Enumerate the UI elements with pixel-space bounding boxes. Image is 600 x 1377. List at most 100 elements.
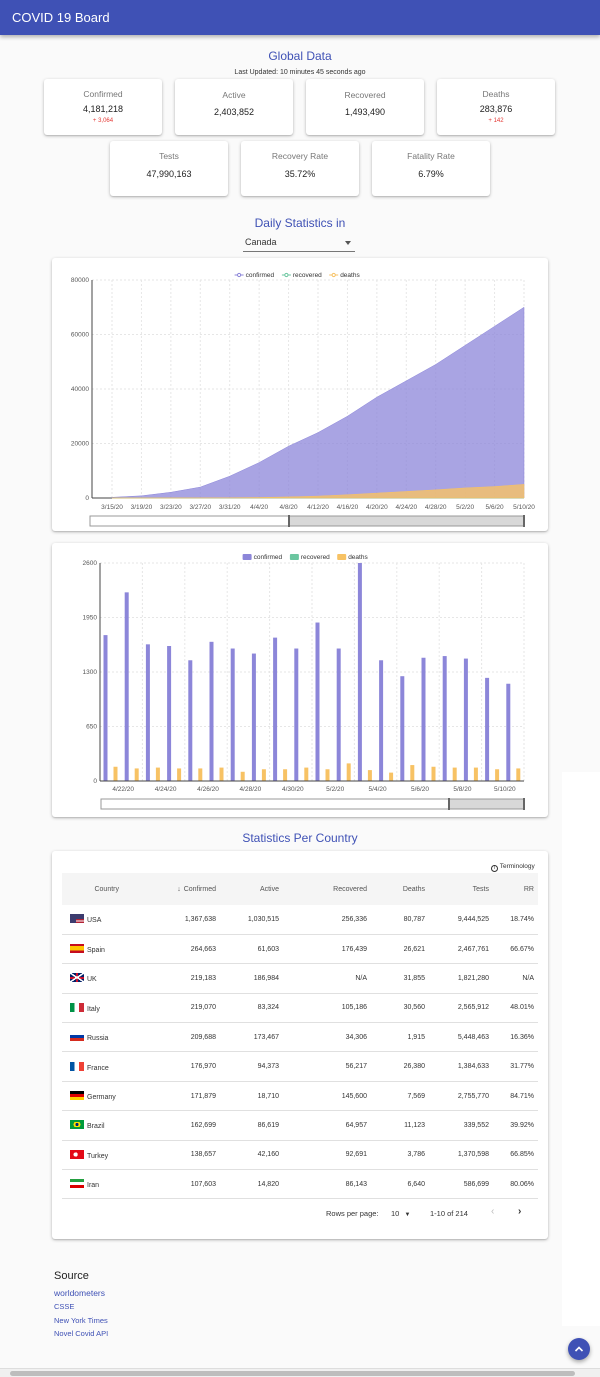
col-active[interactable]: Active — [224, 873, 287, 905]
bar-confirmed — [188, 660, 193, 781]
y-tick-label: 2600 — [83, 560, 98, 567]
confirmed-delta: + 3,064 — [92, 118, 114, 124]
x-tick-label: 4/16/20 — [337, 504, 359, 511]
bar-confirmed — [400, 676, 405, 781]
col-deaths[interactable]: Deaths — [375, 873, 433, 905]
tests-label: Tests — [159, 151, 179, 161]
country-select[interactable]: Canada — [243, 235, 355, 252]
country-select-value: Canada — [245, 237, 277, 247]
bar-confirmed — [442, 656, 447, 781]
rows-per-page-select[interactable]: 10 ▼ — [391, 1209, 410, 1218]
col-confirmed[interactable]: ↓ Confirmed — [127, 873, 224, 905]
y-tick-label: 60000 — [71, 332, 89, 339]
table-cell: 64,957 — [287, 1110, 375, 1141]
bar-confirmed — [145, 644, 150, 781]
country-name: Iran — [87, 1182, 100, 1190]
col-recovered[interactable]: Recovered — [287, 873, 375, 905]
col-tests[interactable]: Tests — [433, 873, 497, 905]
table-cell: 1,030,515 — [224, 905, 287, 935]
country-name: USA — [87, 917, 102, 925]
bar-deaths — [452, 767, 457, 781]
flag-icon — [70, 1120, 84, 1130]
table-cell: 94,373 — [224, 1051, 287, 1082]
horizontal-scrollbar[interactable] — [0, 1368, 600, 1377]
table-cell: 66.85% — [497, 1140, 538, 1171]
country-cell: Brazil — [62, 1110, 127, 1141]
scroll-top-button[interactable] — [568, 1338, 590, 1360]
bar-confirmed — [379, 660, 384, 781]
zoom-handle-left — [288, 515, 290, 527]
last-updated-text: Last Updated: 10 minutes 45 seconds ago — [234, 69, 366, 76]
active-value: 2,403,852 — [213, 107, 255, 117]
bar-deaths — [473, 767, 478, 781]
terminology-link[interactable]: i Terminology — [491, 863, 535, 872]
y-tick-label: 650 — [86, 724, 97, 731]
x-tick-label: 5/2/20 — [326, 786, 344, 793]
table-cell: 48.01% — [497, 993, 538, 1024]
bar-confirmed — [124, 592, 129, 781]
table-cell: 186,984 — [224, 963, 287, 994]
bar-confirmed — [251, 653, 256, 781]
side-panel — [562, 772, 600, 1326]
daily-statistics-title: Daily Statistics in — [254, 216, 346, 230]
daily-bar-chart: 0 650 1300 1950 2600 4/22/20 4/24/20 4/26/20 4/2… — [83, 554, 525, 810]
country-name: UK — [87, 976, 97, 984]
zoom-handle-right — [523, 515, 525, 527]
legend-swatch — [337, 554, 347, 560]
x-tick-label: 4/30/20 — [282, 786, 304, 793]
x-tick-label: 3/31/20 — [219, 504, 241, 511]
table-row: USA 1,367,638 1,030,515 256,336 80,787 9,444,… — [62, 905, 538, 935]
recovery-rate-card: Recovery Rate 35.72% — [241, 141, 359, 196]
country-name: Spain — [87, 947, 105, 955]
bar-confirmed — [103, 635, 108, 781]
y-tick-label: 1950 — [83, 615, 98, 622]
table-row: Italy 219,070 83,324 105,186 30,560 2,565,912… — [62, 993, 538, 1024]
x-tick-label: 5/6/20 — [486, 504, 504, 511]
flag-icon — [70, 1149, 84, 1159]
table-cell: 86,143 — [287, 1169, 375, 1199]
flag-icon — [70, 1179, 84, 1189]
table-cell: 18,710 — [224, 1081, 287, 1112]
bar-deaths — [410, 765, 415, 781]
table-row: Russia 209,688 173,467 34,306 1,915 5,448,463… — [62, 1022, 538, 1053]
table-cell: 11,123 — [375, 1110, 433, 1141]
table-row: Germany 171,879 18,710 145,600 7,569 2,755,77… — [62, 1081, 538, 1112]
source-link-worldometers[interactable]: worldometers — [54, 1288, 105, 1298]
scrollbar-thumb[interactable] — [10, 1371, 575, 1376]
x-tick-label: 4/8/20 — [280, 504, 298, 511]
source-link-csse[interactable]: CSSE — [54, 1302, 74, 1311]
bar-deaths — [240, 771, 245, 781]
col-country[interactable]: Country — [62, 873, 127, 905]
bar-deaths — [431, 766, 436, 781]
source-link-novel-covid-api[interactable]: Novel Covid API — [54, 1329, 108, 1338]
x-tick-label: 4/28/20 — [240, 786, 262, 793]
table-cell: 18.74% — [497, 905, 538, 935]
table-cell: 219,070 — [127, 993, 224, 1024]
table-cell: 219,183 — [127, 963, 224, 994]
table-cell: 176,970 — [127, 1051, 224, 1082]
recovered-label: Recovered — [344, 90, 386, 100]
y-tick-label: 1300 — [83, 669, 98, 676]
x-tick-label: 4/12/20 — [307, 504, 329, 511]
table-cell: 84.71% — [497, 1081, 538, 1112]
legend-label: confirmed — [246, 272, 275, 279]
table-cell: 162,699 — [127, 1110, 224, 1141]
bar-deaths — [198, 768, 203, 781]
prev-page-icon[interactable]: ‹ — [491, 1206, 494, 1217]
bar-deaths — [155, 767, 160, 781]
country-cell: Spain — [62, 934, 127, 965]
deaths-delta: + 142 — [488, 118, 504, 124]
country-name: Brazil — [87, 1123, 105, 1131]
table-cell: 586,699 — [433, 1169, 497, 1199]
next-page-icon[interactable]: › — [518, 1206, 521, 1217]
source-link-nyt[interactable]: New York Times — [54, 1316, 108, 1325]
bar-deaths — [113, 766, 118, 781]
recovery-rate-label: Recovery Rate — [271, 151, 329, 161]
bar-deaths — [495, 769, 500, 781]
col-rr[interactable]: RR — [497, 873, 538, 905]
deaths-label: Deaths — [482, 89, 510, 99]
table-cell: 1,370,598 — [433, 1140, 497, 1171]
tests-value: 47,990,163 — [146, 169, 192, 179]
flag-icon — [70, 1061, 84, 1071]
country-cell: Turkey — [62, 1140, 127, 1171]
